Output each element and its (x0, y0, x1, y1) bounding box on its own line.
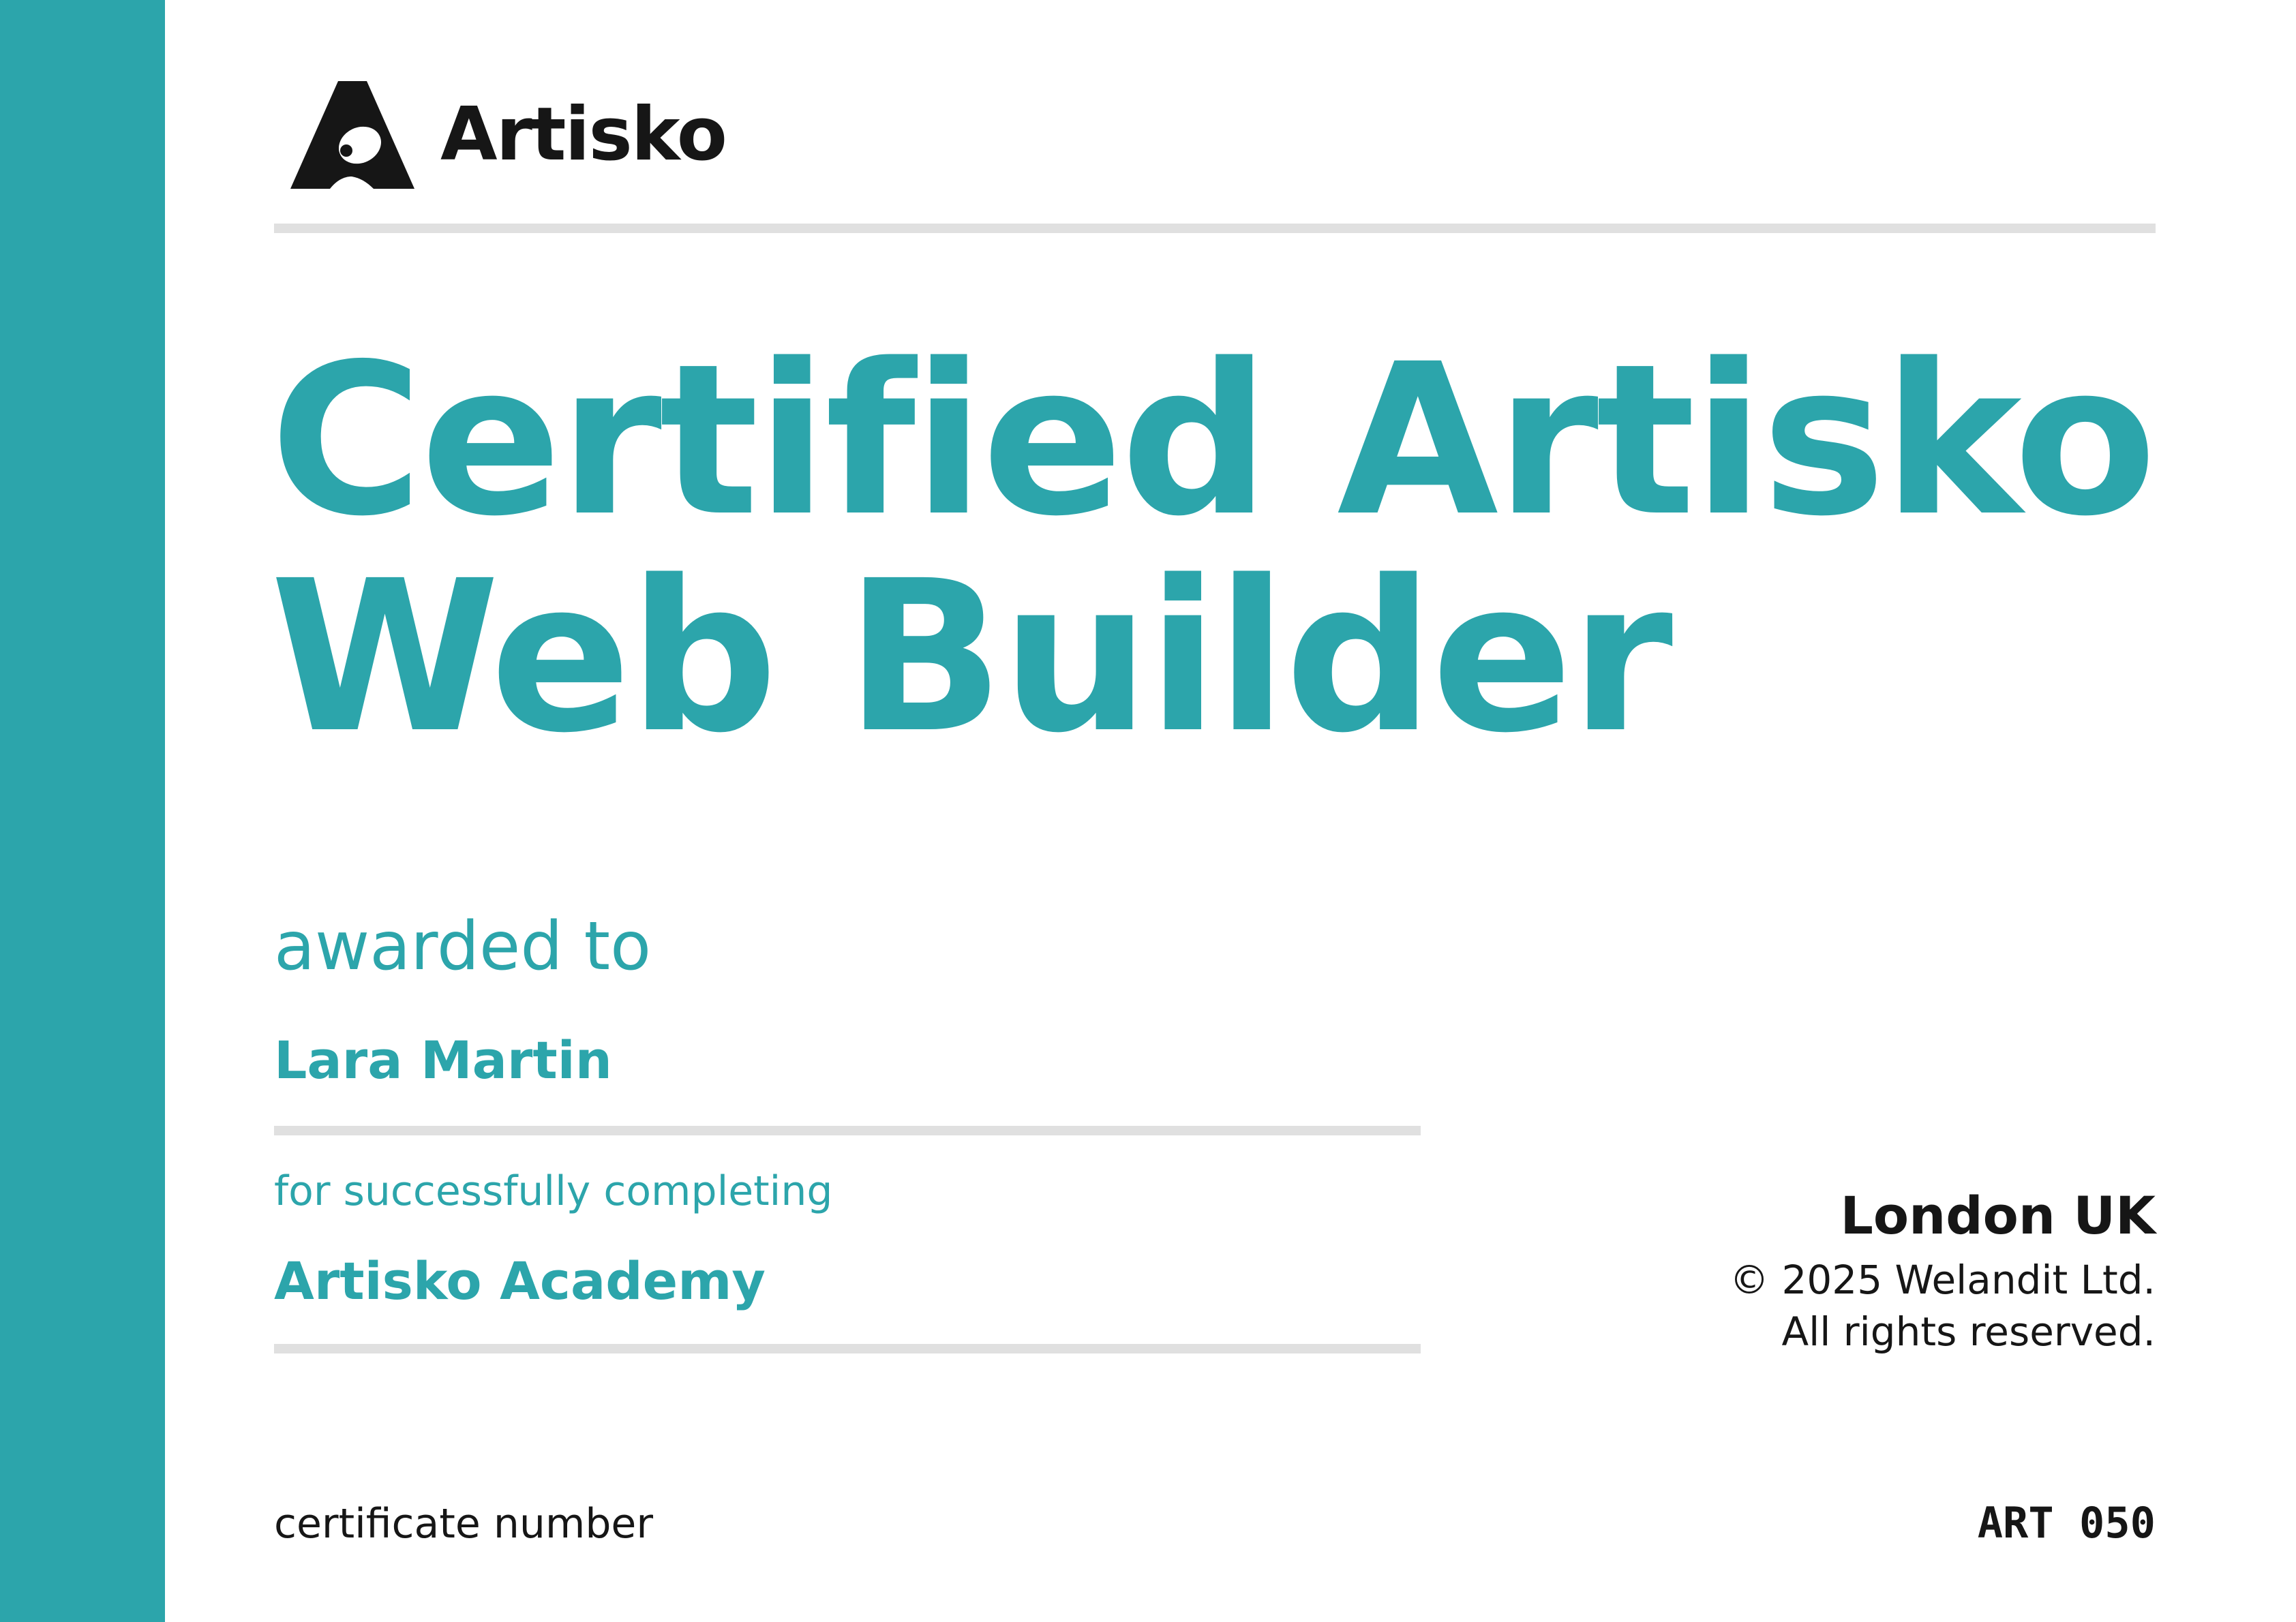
recipient-divider (274, 1126, 1421, 1135)
title-line-1: Certified Artisko (270, 320, 2157, 562)
course-divider (274, 1344, 1421, 1353)
title-line-2: Web Builder (270, 536, 1673, 779)
certificate-title: Certified Artisko Web Builder (270, 320, 2157, 779)
copyright-notice: © 2025 Welandit Ltd. All rights reserved… (1729, 1254, 2156, 1358)
copyright-line-1: © 2025 Welandit Ltd. (1729, 1257, 2156, 1303)
certificate-number: ART 050 (1977, 1498, 2156, 1548)
accent-sidebar (0, 0, 165, 1622)
certificate-number-label: certificate number (274, 1500, 653, 1548)
recipient-name: Lara Martin (274, 1030, 612, 1090)
brand-logo: Artisko (290, 80, 727, 189)
location: London UK (1840, 1185, 2156, 1246)
course-name: Artisko Academy (274, 1251, 766, 1311)
completing-label: for successfully completing (274, 1167, 833, 1215)
header-divider (274, 224, 2156, 233)
copyright-line-2: All rights reserved. (1781, 1309, 2156, 1355)
brand-name: Artisko (440, 92, 727, 177)
artisko-a-mark-icon (290, 81, 414, 189)
awarded-label: awarded to (274, 908, 652, 985)
